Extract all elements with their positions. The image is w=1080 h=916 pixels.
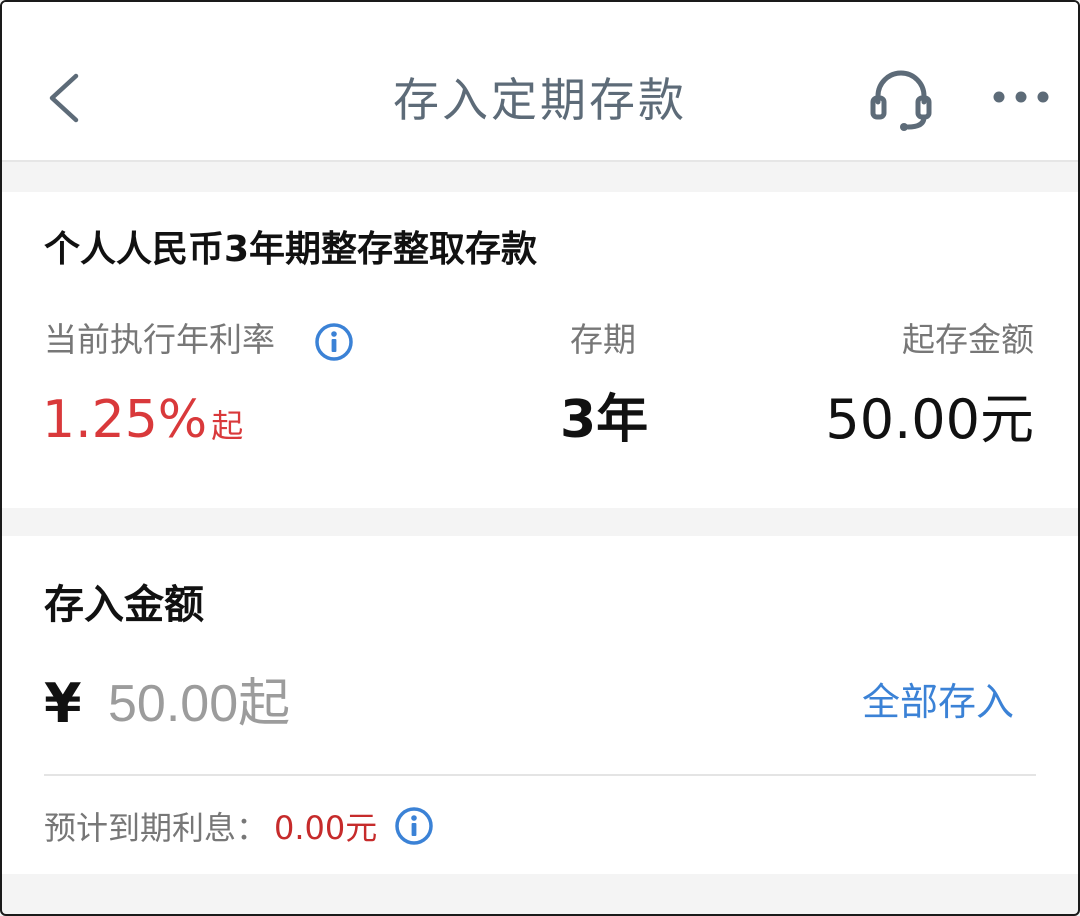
info-icon bbox=[395, 807, 433, 845]
divider bbox=[44, 774, 1036, 776]
more-button[interactable] bbox=[990, 82, 1052, 112]
interest-info-button[interactable] bbox=[394, 806, 434, 846]
rate-info-button[interactable] bbox=[314, 322, 354, 362]
rate-label: 当前执行年利率 bbox=[44, 320, 275, 359]
customer-service-button[interactable] bbox=[866, 64, 936, 134]
more-dots-icon bbox=[993, 91, 1049, 103]
product-name: 个人人民币3年期整存整取存款 bbox=[44, 229, 538, 270]
deposit-all-button[interactable]: 全部存入 bbox=[862, 678, 1014, 726]
rate-value: 1.25% bbox=[42, 390, 208, 450]
headset-icon bbox=[870, 70, 932, 131]
expected-interest-value: 0.00元 bbox=[274, 809, 378, 847]
nav-bar: 存入定期存款 bbox=[2, 2, 1078, 162]
deposit-amount-card: 存入金额 ¥ 全部存入 预计到期利息： 0.00元 bbox=[2, 536, 1078, 874]
product-info-card: 个人人民币3年期整存整取存款 当前执行年利率 存期 起存金额 1.25% 起 3年… bbox=[2, 192, 1078, 508]
deposit-amount-input[interactable] bbox=[108, 668, 608, 740]
term-value: 3年 bbox=[560, 390, 649, 450]
screen: 存入定期存款 个人人民币3年期整存整取存款 当前执行年利率 存期 起存金额 1.… bbox=[0, 0, 1080, 916]
rate-suffix: 起 bbox=[211, 407, 244, 445]
currency-symbol: ¥ bbox=[44, 672, 82, 735]
rate-value-group: 1.25% 起 bbox=[42, 388, 243, 458]
min-amount-label: 起存金额 bbox=[902, 320, 1034, 359]
deposit-section-title: 存入金额 bbox=[44, 582, 204, 628]
expected-interest-label: 预计到期利息： bbox=[44, 809, 269, 847]
min-amount-value: 50.00元 bbox=[825, 388, 1034, 451]
term-label: 存期 bbox=[570, 320, 636, 359]
info-icon bbox=[315, 323, 353, 361]
